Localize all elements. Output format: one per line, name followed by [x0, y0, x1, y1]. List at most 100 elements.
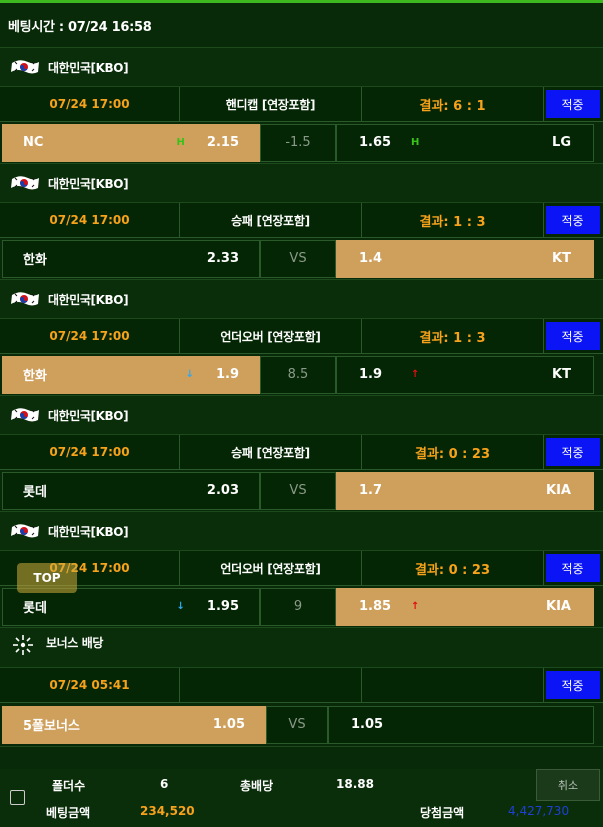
game-info-row: 07/24 17:00 승패 [연장포함] 결과: 0 : 23 적중 — [0, 435, 603, 470]
bonus-block: 보너스 배당 07/24 05:41 적중 5폴보너스 1.05 VS 1.05 — [0, 628, 603, 747]
odds-row: NC H 2.15 -1.5 1.65 H LG — [0, 122, 603, 164]
home-odds-cell[interactable]: 롯데 2.03 — [2, 471, 260, 510]
away-odds-cell[interactable]: 1.9 ↑ KT — [336, 355, 594, 394]
status-cell: 적중 — [544, 668, 603, 702]
bet-summary-footer: 폴더수 6 총배당 18.88 취소 베팅금액 234,520 당첨금액 4,4… — [0, 769, 603, 827]
home-team: 5폴보너스 — [23, 719, 80, 734]
total-odds-value: 18.88 — [336, 777, 374, 791]
status-cell: 적중 — [544, 203, 603, 237]
bet-amount-label: 베팅금액 — [46, 806, 91, 820]
home-marker-icon: ↓ — [185, 369, 194, 380]
bet-type: 승패 [연장포함] — [180, 203, 362, 237]
bonus-sparkle-icon — [12, 634, 34, 656]
status-cell: 적중 — [544, 551, 603, 585]
away-marker-icon: ↑ — [411, 601, 420, 612]
league-row: 대한민국[KBO] — [0, 164, 603, 203]
select-checkbox[interactable] — [10, 790, 25, 805]
away-team: KIA — [546, 483, 571, 498]
home-odds-cell[interactable]: 한화 ↓ 1.9 — [2, 355, 260, 394]
korea-flag-icon — [10, 405, 40, 425]
game-list: 대한민국[KBO] 07/24 17:00 핸디캡 [연장포함] 결과: 6 :… — [0, 48, 603, 628]
home-team: NC — [23, 135, 44, 150]
cancel-button[interactable]: 취소 — [536, 769, 600, 801]
total-odds-label: 총배당 — [240, 779, 274, 793]
betting-time-header: 베팅시간 : 07/24 16:58 — [0, 3, 603, 48]
status-badge[interactable]: 적중 — [545, 90, 600, 118]
home-odds-cell[interactable]: 5폴보너스 1.05 — [2, 705, 266, 744]
handicap-cell: VS — [260, 471, 336, 510]
away-odds: 1.7 — [359, 483, 383, 498]
away-team: KT — [552, 251, 571, 266]
status-badge[interactable]: 적중 — [545, 206, 600, 234]
away-odds: 1.65 — [359, 135, 392, 150]
game-result: 결과: 1 : 3 — [362, 319, 544, 353]
top-button[interactable]: TOP — [17, 563, 77, 593]
home-team: 롯데 — [23, 485, 47, 500]
league-name: 대한민국[KBO] — [48, 176, 129, 191]
game-block: 대한민국[KBO] 07/24 17:00 핸디캡 [연장포함] 결과: 6 :… — [0, 48, 603, 164]
fold-count-value: 6 — [160, 777, 169, 791]
win-amount-label: 당첨금액 — [420, 806, 465, 820]
bet-type: 언더오버 [연장포함] — [180, 551, 362, 585]
korea-flag-icon — [10, 57, 40, 77]
bet-amount-value: 234,520 — [140, 804, 195, 818]
game-result: 결과: 1 : 3 — [362, 203, 544, 237]
away-team: KT — [552, 367, 571, 382]
away-team: KIA — [546, 599, 571, 614]
home-odds: 1.9 — [215, 367, 239, 382]
away-odds-cell[interactable]: 1.4 KT — [336, 239, 594, 278]
home-marker-icon: H — [176, 137, 185, 148]
home-odds-cell[interactable]: NC H 2.15 — [2, 123, 260, 162]
league-name: 대한민국[KBO] — [48, 292, 129, 307]
home-odds: 2.15 — [206, 135, 239, 150]
korea-flag-icon — [10, 521, 40, 541]
game-info-row: 07/24 17:00 언더오버 [연장포함] 결과: 1 : 3 적중 — [0, 319, 603, 354]
game-info-row: 07/24 17:00 승패 [연장포함] 결과: 1 : 3 적중 — [0, 203, 603, 238]
game-info-row: 07/24 17:00 핸디캡 [연장포함] 결과: 6 : 1 적중 — [0, 87, 603, 122]
status-badge[interactable]: 적중 — [545, 554, 600, 582]
win-amount-value: 4,427,730 — [508, 804, 570, 818]
odds-row: 5폴보너스 1.05 VS 1.05 — [0, 703, 603, 747]
league-name: 대한민국[KBO] — [48, 60, 129, 75]
korea-flag-icon — [10, 173, 40, 193]
handicap-cell: 8.5 — [260, 355, 336, 394]
mid-label: 8.5 — [287, 367, 309, 382]
odds-row: 롯데 2.03 VS 1.7 KIA — [0, 470, 603, 512]
bet-type: 언더오버 [연장포함] — [180, 319, 362, 353]
game-time: 07/24 17:00 — [0, 435, 180, 469]
home-marker-icon: ↓ — [176, 601, 185, 612]
game-info-row: 07/24 05:41 적중 — [0, 668, 603, 703]
away-odds-cell[interactable]: 1.65 H LG — [336, 123, 594, 162]
away-odds-cell[interactable]: 1.7 KIA — [336, 471, 594, 510]
league-row: 대한민국[KBO] — [0, 280, 603, 319]
home-odds: 2.33 — [206, 251, 239, 266]
away-team: LG — [552, 135, 571, 150]
away-odds-cell[interactable]: 1.05 — [328, 705, 594, 744]
mid-label: -1.5 — [285, 135, 311, 150]
game-time: 07/24 17:00 — [0, 319, 180, 353]
status-badge[interactable]: 적중 — [545, 438, 600, 466]
home-odds: 1.05 — [212, 717, 245, 732]
betting-time: 베팅시간 : 07/24 16:58 — [8, 19, 152, 35]
status-badge[interactable]: 적중 — [545, 671, 600, 699]
handicap-cell: -1.5 — [260, 123, 336, 162]
game-block: 대한민국[KBO] 07/24 17:00 승패 [연장포함] 결과: 1 : … — [0, 164, 603, 280]
home-team: 한화 — [23, 369, 47, 384]
away-odds-cell[interactable]: 1.85 ↑ KIA — [336, 587, 594, 626]
bet-type: 승패 [연장포함] — [180, 435, 362, 469]
handicap-cell: 9 — [260, 587, 336, 626]
status-cell: 적중 — [544, 319, 603, 353]
league-name: 대한민국[KBO] — [48, 408, 129, 423]
home-odds-cell[interactable]: 한화 2.33 — [2, 239, 260, 278]
status-cell: 적중 — [544, 87, 603, 121]
league-name: 보너스 배당 — [46, 636, 103, 650]
league-row: 대한민국[KBO] — [0, 512, 603, 551]
game-info-row: 07/24 17:00 언더오버 [연장포함] 결과: 0 : 23 적중 — [0, 551, 603, 586]
mid-label: VS — [289, 251, 307, 266]
fold-count-label: 폴더수 — [52, 779, 86, 793]
away-marker-icon: ↑ — [411, 369, 420, 380]
status-badge[interactable]: 적중 — [545, 322, 600, 350]
home-odds-cell[interactable]: 롯데 ↓ 1.95 — [2, 587, 260, 626]
away-odds: 1.85 — [359, 599, 392, 614]
away-marker-icon: H — [411, 137, 420, 148]
